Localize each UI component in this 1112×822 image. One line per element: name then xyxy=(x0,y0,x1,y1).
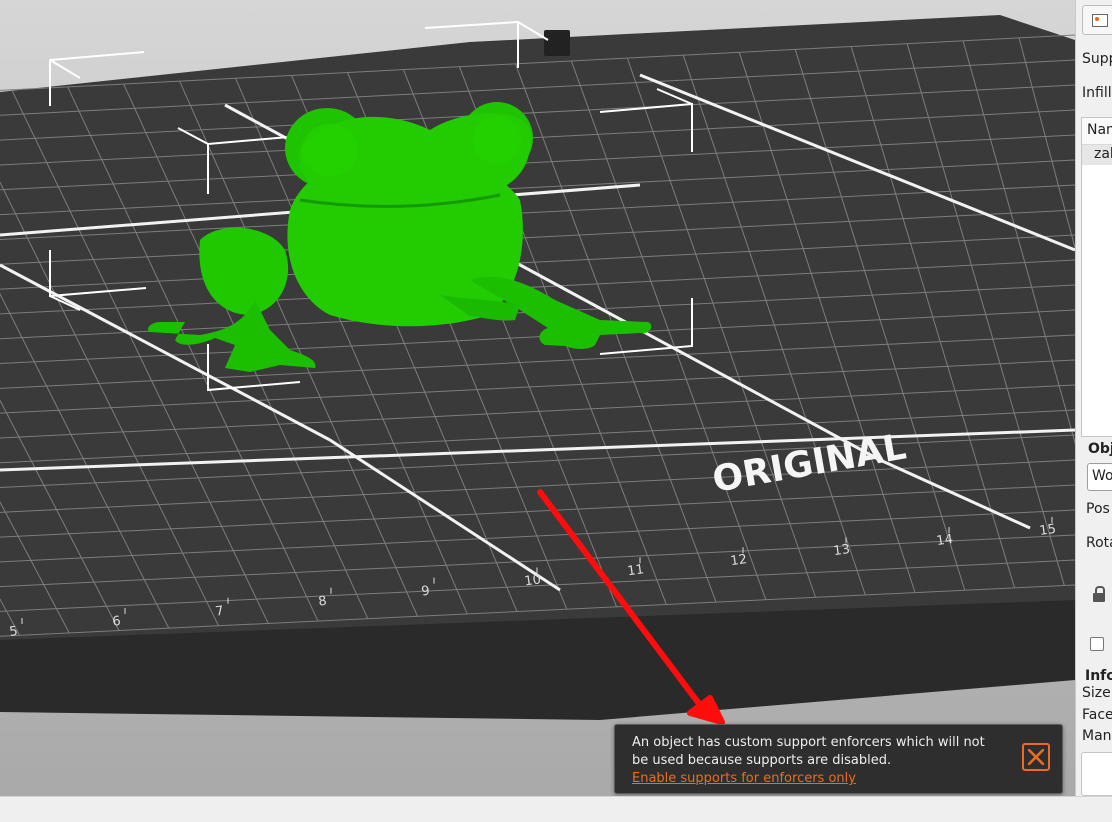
name-column-header: Nam xyxy=(1087,122,1112,138)
info-title: Info xyxy=(1085,668,1112,684)
layout-icon xyxy=(1092,14,1108,27)
status-bar xyxy=(0,796,1112,822)
notification-close-button[interactable] xyxy=(1022,743,1050,771)
3d-viewport[interactable]: ORIGINAL 5 6 7 8 9 10 11 12 13 14 15 An … xyxy=(0,0,1075,796)
ruler-tick-label: 15 xyxy=(1038,522,1056,539)
infill-label: Infill xyxy=(1082,85,1112,101)
facets-label: Face xyxy=(1082,707,1112,723)
object-name: zab xyxy=(1094,146,1112,162)
object-list-item[interactable]: zab xyxy=(1082,145,1112,165)
right-sidebar: Supp Infill Nam zab Obj Wo Pos Rota Info… xyxy=(1075,0,1112,796)
bed-screw xyxy=(544,30,570,56)
size-label: Size: xyxy=(1082,685,1112,701)
slice-now-button[interactable] xyxy=(1081,752,1112,796)
scale-checkbox[interactable] xyxy=(1090,637,1104,651)
manifold-label: Man xyxy=(1082,728,1112,744)
coordinates-value: Wo xyxy=(1092,468,1112,484)
ruler-tick-label: 11 xyxy=(626,562,644,579)
ruler-tick-label: 13 xyxy=(832,542,850,559)
rotation-label: Rota xyxy=(1086,535,1112,551)
object-manipulation-title: Obj xyxy=(1088,441,1112,457)
enable-supports-link[interactable]: Enable supports for enforcers only xyxy=(632,770,856,788)
ruler-tick-label: 12 xyxy=(729,552,747,569)
ruler-tick-label: 14 xyxy=(935,532,953,549)
coordinates-select[interactable]: Wo xyxy=(1087,463,1112,491)
close-icon xyxy=(1028,749,1044,765)
object-list[interactable]: Nam zab xyxy=(1081,117,1112,437)
position-label: Pos xyxy=(1086,501,1110,517)
support-enforcer-notification: An object has custom support enforcers w… xyxy=(614,724,1063,794)
notification-message: An object has custom support enforcers w… xyxy=(632,735,985,768)
object-list-header: Nam xyxy=(1082,118,1112,145)
support-label: Supp xyxy=(1082,51,1112,67)
ruler-tick-label: 10 xyxy=(523,572,541,589)
settings-mode-button[interactable] xyxy=(1082,5,1112,35)
lock-icon[interactable] xyxy=(1093,586,1105,602)
print-bed-scene: ORIGINAL 56789101112131415 xyxy=(0,15,1075,725)
